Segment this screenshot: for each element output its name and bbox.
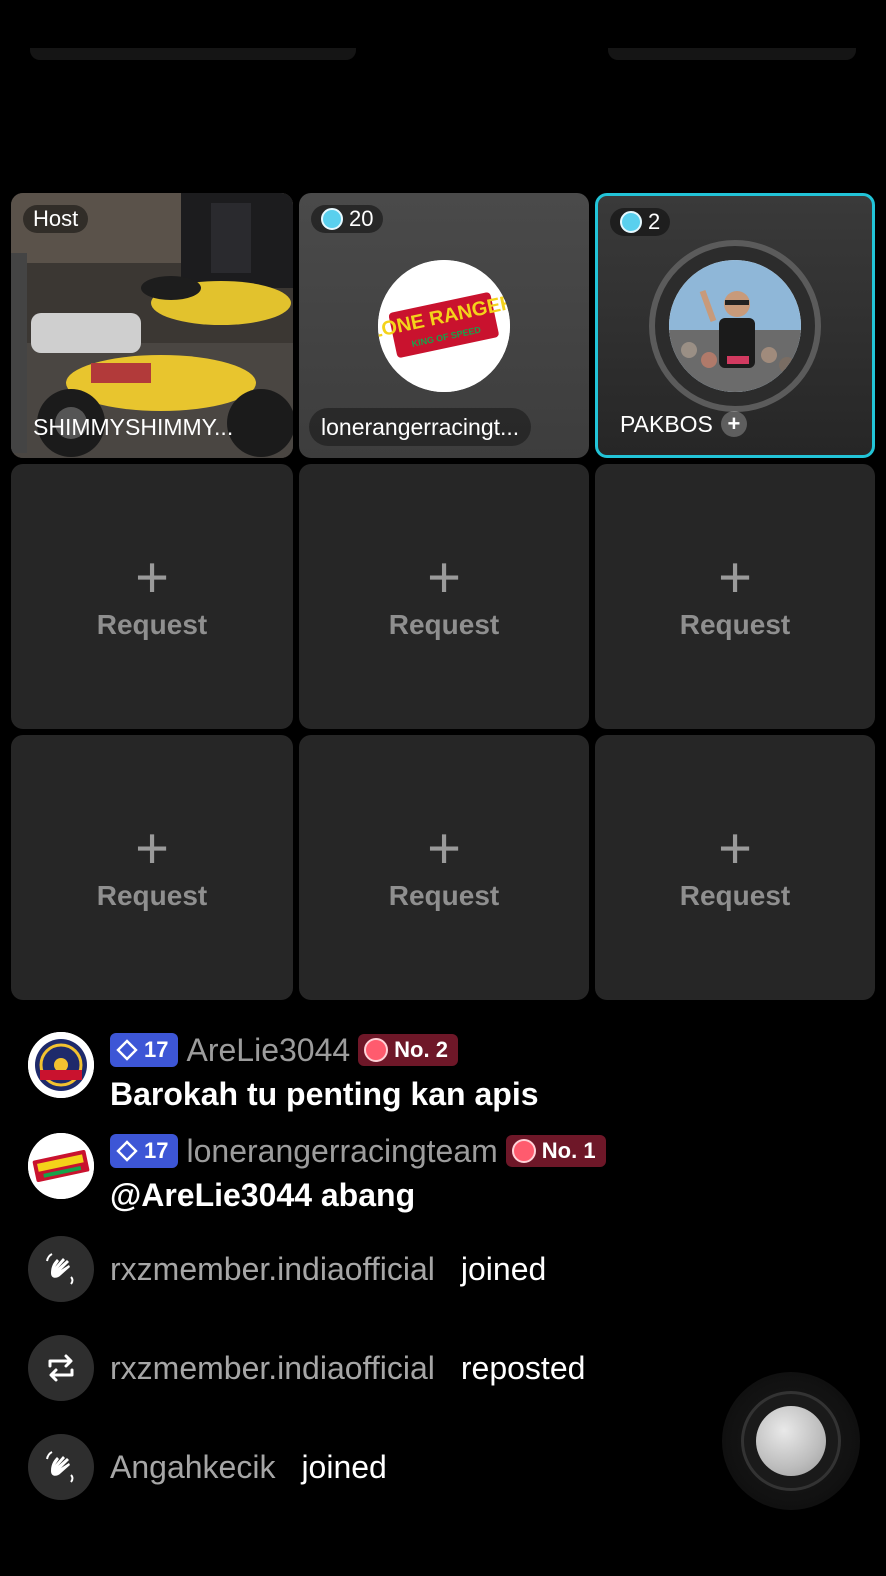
plus-icon: + <box>427 815 461 881</box>
guest-grid: Host SHIMMYSHIMMY... 20 LONE RANGER KING… <box>11 193 875 1000</box>
host-badge: Host <box>23 205 89 233</box>
gem-icon <box>620 211 642 233</box>
guest-name-label-2: PAKBOS <box>620 410 713 437</box>
gem-count-badge: 20 <box>311 205 384 233</box>
guest-avatar <box>669 259 801 392</box>
avatar[interactable] <box>28 1133 94 1199</box>
guest-name-label-1: lonerangerracingt... <box>321 413 520 440</box>
top-bar-left <box>30 48 356 60</box>
plus-icon: + <box>718 544 752 610</box>
request-label: Request <box>96 879 208 911</box>
host-name-label: SHIMMYSHIMMY... <box>33 413 234 440</box>
request-slot[interactable]: + Request <box>299 464 589 729</box>
host-name[interactable]: SHIMMYSHIMMY... <box>21 408 245 446</box>
lone-ranger-avatar <box>28 1133 94 1199</box>
event-username[interactable]: rxzmember.indiaofficial <box>110 1251 435 1288</box>
floating-action-button[interactable] <box>722 1372 860 1510</box>
request-slot[interactable]: + Request <box>299 735 589 1000</box>
gem-count: 20 <box>349 206 374 231</box>
request-slot[interactable]: + Request <box>595 735 875 1000</box>
club-emblem-avatar <box>28 1032 94 1098</box>
guest-cell-2[interactable]: 2 PAKBOS + <box>595 193 875 458</box>
floating-button-ring <box>741 1391 841 1491</box>
avatar[interactable] <box>28 1032 94 1098</box>
request-label: Request <box>388 608 500 640</box>
diamond-icon <box>116 1140 138 1162</box>
chat-text: Barokah tu penting kan apis <box>110 1076 539 1112</box>
chat-username[interactable]: AreLie3044 <box>186 1032 350 1069</box>
guest-photo <box>669 259 801 392</box>
gem-icon <box>321 208 343 230</box>
host-cell[interactable]: Host SHIMMYSHIMMY... <box>11 193 293 458</box>
rank-badge: No. 2 <box>358 1034 458 1066</box>
medal-icon <box>364 1038 389 1062</box>
rank-label: No. 2 <box>394 1037 448 1062</box>
wave-hand-icon <box>28 1434 94 1500</box>
diamond-icon <box>116 1039 138 1061</box>
event-username[interactable]: Angahkecik <box>110 1449 275 1486</box>
plus-icon: + <box>135 815 169 881</box>
request-slot[interactable]: + Request <box>595 464 875 729</box>
plus-icon: + <box>427 544 461 610</box>
join-event: rxzmember.indiaofficial joined <box>28 1236 868 1302</box>
chat-message[interactable]: 17 lonerangerracingteam No. 1 @AreLie304… <box>28 1131 868 1214</box>
repost-icon <box>28 1335 94 1401</box>
top-bar-right <box>608 48 856 60</box>
rank-badge: No. 1 <box>505 1135 606 1167</box>
guest-name-2[interactable]: PAKBOS + <box>608 405 759 443</box>
plus-icon: + <box>718 815 752 881</box>
event-action: reposted <box>460 1349 586 1386</box>
level-badge: 17 <box>110 1134 179 1168</box>
guest-avatar: LONE RANGER KING OF SPEED <box>378 259 510 392</box>
lone-ranger-logo: LONE RANGER KING OF SPEED <box>378 259 510 392</box>
wave-hand-icon <box>28 1236 94 1302</box>
gem-count: 2 <box>648 209 661 234</box>
live-multiguest-screen: Host SHIMMYSHIMMY... 20 LONE RANGER KING… <box>0 0 886 1576</box>
gem-count-badge: 2 <box>610 208 671 236</box>
request-label: Request <box>388 879 500 911</box>
request-slot[interactable]: + Request <box>11 464 293 729</box>
level-number: 17 <box>144 1037 169 1062</box>
request-label: Request <box>96 608 208 640</box>
chat-username[interactable]: lonerangerracingteam <box>186 1133 497 1170</box>
request-slot[interactable]: + Request <box>11 735 293 1000</box>
event-username[interactable]: rxzmember.indiaofficial <box>110 1350 435 1387</box>
rank-label: No. 1 <box>541 1138 596 1163</box>
medal-icon <box>511 1139 536 1163</box>
event-action: joined <box>301 1448 387 1485</box>
plus-icon: + <box>135 544 169 610</box>
guest-cell-1[interactable]: 20 LONE RANGER KING OF SPEED lonerangerr… <box>299 193 589 458</box>
level-number: 17 <box>144 1138 169 1163</box>
level-badge: 17 <box>110 1033 179 1067</box>
guest-name-1[interactable]: lonerangerracingt... <box>309 408 532 446</box>
host-badge-label: Host <box>33 206 79 231</box>
chat-message[interactable]: 17 AreLie3044 No. 2 Barokah tu penting k… <box>28 1030 868 1113</box>
chat-text: @AreLie3044 abang <box>110 1177 416 1213</box>
follow-plus-icon[interactable]: + <box>720 411 747 437</box>
event-action: joined <box>460 1250 547 1287</box>
request-label: Request <box>679 608 791 640</box>
request-label: Request <box>679 879 791 911</box>
floating-button-core <box>756 1406 826 1476</box>
